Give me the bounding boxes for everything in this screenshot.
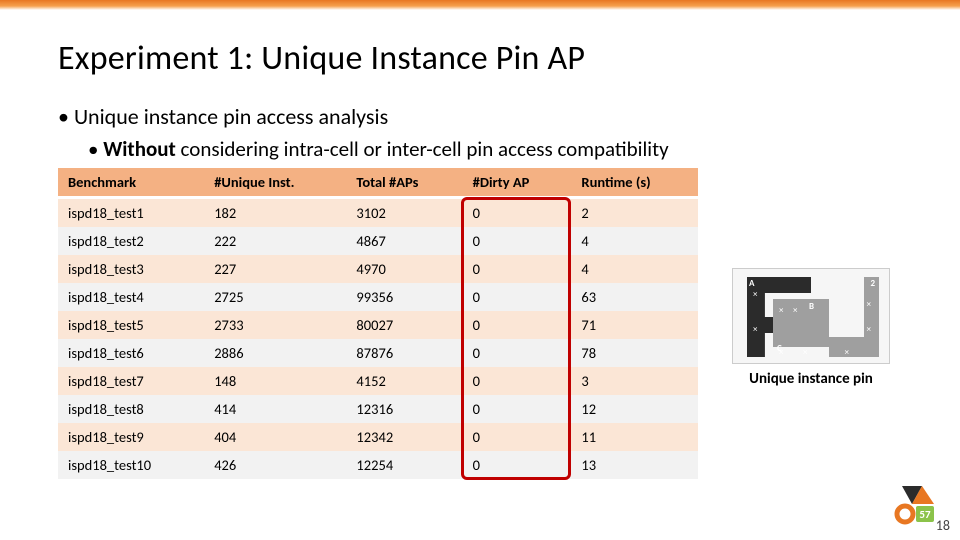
table-cell: 0: [463, 198, 572, 228]
table-row: ispd18_test1182310202: [58, 198, 698, 228]
table-cell: 0: [463, 339, 572, 367]
table-cell: 0: [463, 255, 572, 283]
table-cell: ispd18_test4: [58, 283, 204, 311]
table-cell: 2733: [204, 311, 346, 339]
content-row: Benchmark#Unique Inst.Total #APs#Dirty A…: [58, 168, 960, 479]
results-table: Benchmark#Unique Inst.Total #APs#Dirty A…: [58, 168, 698, 479]
table-cell: ispd18_test9: [58, 423, 204, 451]
table-cell: 63: [571, 283, 698, 311]
table-cell: 4: [571, 255, 698, 283]
table-cell: 0: [463, 283, 572, 311]
x-mark: ×: [753, 289, 757, 300]
table-row: ispd18_test7148415203: [58, 367, 698, 395]
table-cell: ispd18_test10: [58, 451, 204, 479]
table-cell: 0: [463, 311, 572, 339]
bullet-list: • Unique instance pin access analysis • …: [58, 103, 960, 162]
table-cell: 12: [571, 395, 698, 423]
label-2: 2: [870, 278, 875, 289]
col-header: Runtime (s): [571, 168, 698, 198]
table-cell: 426: [204, 451, 346, 479]
table-row: ispd18_test6288687876078: [58, 339, 698, 367]
slide: Experiment 1: Unique Instance Pin AP • U…: [0, 0, 960, 540]
table-cell: ispd18_test5: [58, 311, 204, 339]
table-row: ispd18_test841412316012: [58, 395, 698, 423]
pin-diagram: A B C 2 × × × × × × × × ×: [732, 268, 890, 364]
x-mark: ×: [793, 305, 797, 316]
table-row: ispd18_test2222486704: [58, 227, 698, 255]
bullet-2: • Without considering intra-cell or inte…: [88, 136, 960, 162]
col-header: #Unique Inst.: [204, 168, 346, 198]
x-mark: ×: [779, 347, 783, 358]
table-cell: 4970: [346, 255, 462, 283]
table-cell: 78: [571, 339, 698, 367]
diagram-caption: Unique instance pin: [732, 370, 890, 388]
table-cell: 0: [463, 367, 572, 395]
table-cell: 0: [463, 395, 572, 423]
x-mark: ×: [753, 324, 757, 335]
table-cell: 3: [571, 367, 698, 395]
table-cell: 12316: [346, 395, 462, 423]
table-cell: 12254: [346, 451, 462, 479]
label-b: B: [809, 301, 814, 312]
col-header: #Dirty AP: [463, 168, 572, 198]
table-cell: 222: [204, 227, 346, 255]
table-cell: 0: [463, 451, 572, 479]
table-cell: 87876: [346, 339, 462, 367]
col-header: Total #APs: [346, 168, 462, 198]
table-cell: ispd18_test6: [58, 339, 204, 367]
table-wrap: Benchmark#Unique Inst.Total #APs#Dirty A…: [58, 168, 698, 479]
table-cell: ispd18_test2: [58, 227, 204, 255]
table-cell: ispd18_test8: [58, 395, 204, 423]
table-row: ispd18_test1042612254013: [58, 451, 698, 479]
table-row: ispd18_test3227497004: [58, 255, 698, 283]
table-cell: 71: [571, 311, 698, 339]
table-row: ispd18_test5273380027071: [58, 311, 698, 339]
table-cell: 0: [463, 423, 572, 451]
bullet-2-bold: Without: [103, 136, 176, 162]
table-cell: ispd18_test7: [58, 367, 204, 395]
table-cell: 80027: [346, 311, 462, 339]
table-row: ispd18_test4272599356063: [58, 283, 698, 311]
table-cell: ispd18_test1: [58, 198, 204, 228]
dac-logo: 57: [894, 482, 938, 526]
table-cell: 13: [571, 451, 698, 479]
accent-bar: [0, 0, 960, 10]
slide-title: Experiment 1: Unique Instance Pin AP: [58, 38, 960, 79]
table-cell: 11: [571, 423, 698, 451]
table-cell: 99356: [346, 283, 462, 311]
col-header: Benchmark: [58, 168, 204, 198]
x-mark: ×: [803, 347, 807, 358]
table-cell: 182: [204, 198, 346, 228]
table-cell: 414: [204, 395, 346, 423]
bullet-1-text: Unique instance pin access analysis: [74, 103, 388, 130]
bullet-1: • Unique instance pin access analysis: [58, 103, 960, 130]
table-cell: 4: [571, 227, 698, 255]
label-a: A: [749, 278, 754, 289]
shape-c: [829, 277, 879, 357]
logo-number: 57: [919, 508, 931, 521]
table-cell: 404: [204, 423, 346, 451]
table-cell: 2886: [204, 339, 346, 367]
table-cell: 4152: [346, 367, 462, 395]
table-cell: 12342: [346, 423, 462, 451]
x-mark: ×: [867, 299, 871, 310]
page-number: 18: [936, 517, 950, 534]
table-cell: 2725: [204, 283, 346, 311]
table-row: ispd18_test940412342011: [58, 423, 698, 451]
x-mark: ×: [845, 347, 849, 358]
table-cell: 148: [204, 367, 346, 395]
table-cell: 227: [204, 255, 346, 283]
table-cell: 0: [463, 227, 572, 255]
bullet-2-rest: considering intra-cell or inter-cell pin…: [176, 136, 669, 162]
table-cell: 4867: [346, 227, 462, 255]
table-cell: 2: [571, 198, 698, 228]
table-cell: 3102: [346, 198, 462, 228]
x-mark: ×: [779, 305, 783, 316]
table-cell: ispd18_test3: [58, 255, 204, 283]
x-mark: ×: [867, 324, 871, 335]
aside: A B C 2 × × × × × × × × × Unique instanc…: [732, 268, 890, 388]
